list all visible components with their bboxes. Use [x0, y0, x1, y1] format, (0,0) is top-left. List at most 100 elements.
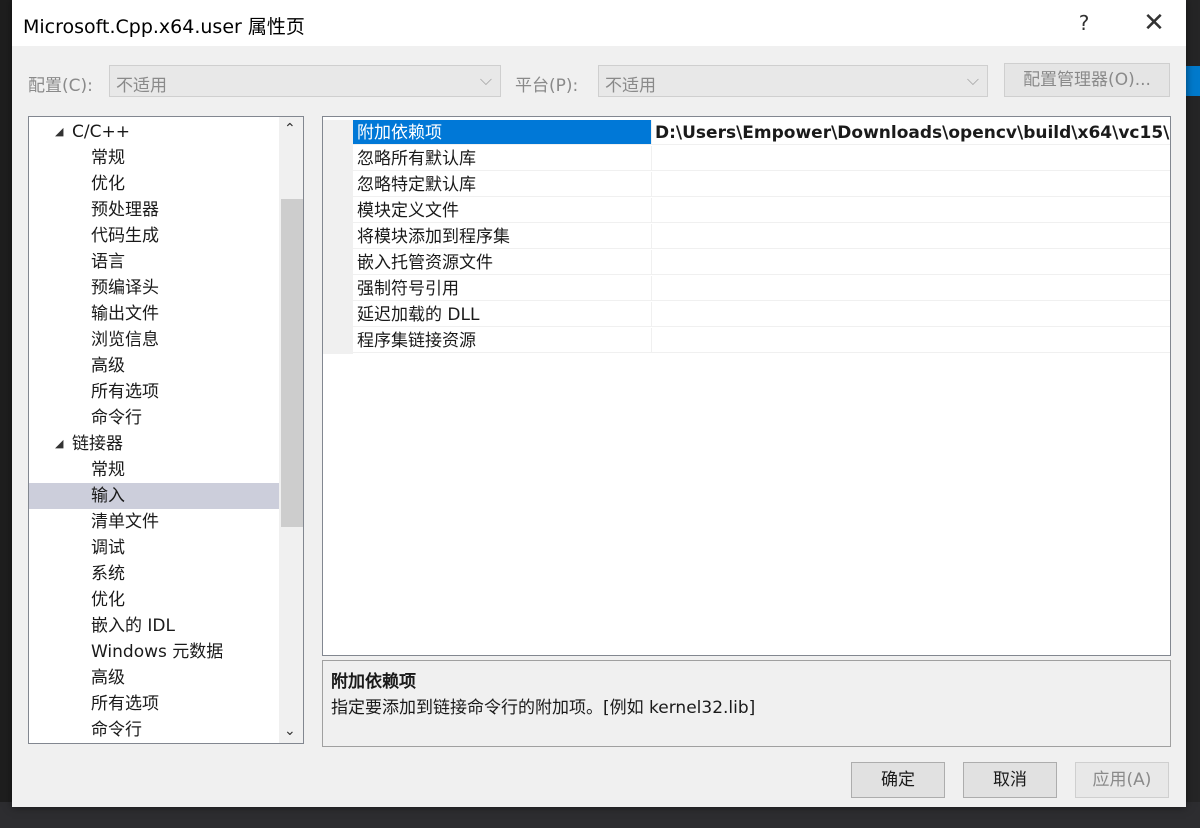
- tree-item[interactable]: ◢ 链接器: [29, 431, 279, 457]
- property-row[interactable]: 延迟加载的 DLL: [323, 302, 1170, 328]
- tree-item[interactable]: 所有选项: [29, 379, 279, 405]
- tree-item-label: 浏览信息: [91, 330, 159, 350]
- expand-triangle-icon[interactable]: ◢: [55, 431, 63, 457]
- tree-item-label: 命令行: [91, 720, 142, 740]
- property-name[interactable]: 模块定义文件: [353, 198, 651, 223]
- ide-accent-strip: [1186, 66, 1200, 96]
- tree-item-label: 常规: [91, 148, 125, 168]
- property-name[interactable]: 嵌入托管资源文件: [353, 250, 651, 275]
- row-gutter: [323, 250, 353, 276]
- tree-item[interactable]: 代码生成: [29, 223, 279, 249]
- tree-item[interactable]: 系统: [29, 561, 279, 587]
- tree-item-label: C/C++: [72, 122, 130, 142]
- tree-item[interactable]: 语言: [29, 249, 279, 275]
- tree-item[interactable]: 命令行: [29, 717, 279, 743]
- row-gutter: [323, 302, 353, 328]
- tree-item[interactable]: 常规: [29, 145, 279, 171]
- property-value[interactable]: [651, 146, 1170, 171]
- description-title: 附加依赖项: [331, 672, 416, 692]
- tree-item-label: 输出文件: [91, 304, 159, 324]
- tree-item[interactable]: ◢ C/C++: [29, 119, 279, 145]
- tree-item-label: 预编译头: [91, 278, 159, 298]
- tree-item[interactable]: 预处理器: [29, 197, 279, 223]
- tree-item[interactable]: 所有选项: [29, 691, 279, 717]
- tree-item[interactable]: 常规: [29, 457, 279, 483]
- tree-item-label: 高级: [91, 356, 125, 376]
- property-row[interactable]: 强制符号引用: [323, 276, 1170, 302]
- property-row[interactable]: 忽略所有默认库: [323, 146, 1170, 172]
- scroll-up-icon[interactable]: ⌃: [284, 121, 296, 137]
- expand-triangle-icon[interactable]: ◢: [55, 119, 63, 145]
- tree-item-label: Windows 元数据: [91, 642, 224, 662]
- property-row[interactable]: 将模块添加到程序集: [323, 224, 1170, 250]
- platform-combo[interactable]: 不适用 ⌵: [598, 65, 988, 97]
- tree-item[interactable]: 优化: [29, 171, 279, 197]
- tree-item[interactable]: 命令行: [29, 405, 279, 431]
- row-gutter: [323, 172, 353, 198]
- configuration-combo[interactable]: 不适用 ⌵: [109, 65, 501, 97]
- property-value[interactable]: [651, 276, 1170, 301]
- property-name[interactable]: 将模块添加到程序集: [353, 224, 651, 249]
- tree-item[interactable]: 输入: [29, 483, 279, 509]
- tree-item[interactable]: 调试: [29, 535, 279, 561]
- property-name[interactable]: 忽略特定默认库: [353, 172, 651, 197]
- tree-item-label: 常规: [91, 460, 125, 480]
- property-value[interactable]: [651, 302, 1170, 327]
- tree-item[interactable]: Windows 元数据: [29, 639, 279, 665]
- property-value[interactable]: [651, 328, 1170, 353]
- tree-item[interactable]: 浏览信息: [29, 327, 279, 353]
- platform-value: 不适用: [605, 76, 656, 96]
- tree-item-label: 所有选项: [91, 694, 159, 714]
- configuration-value: 不适用: [116, 76, 167, 96]
- platform-label: 平台(P):: [515, 76, 579, 96]
- ok-button[interactable]: 确定: [851, 762, 945, 798]
- dialog-title: Microsoft.Cpp.x64.user 属性页: [23, 16, 305, 38]
- property-value[interactable]: [651, 198, 1170, 223]
- row-gutter: [323, 224, 353, 250]
- row-gutter: [323, 328, 353, 354]
- property-row[interactable]: 程序集链接资源: [323, 328, 1170, 354]
- property-name[interactable]: 延迟加载的 DLL: [353, 302, 651, 327]
- tree-item-label: 链接器: [72, 434, 123, 454]
- property-row[interactable]: 附加依赖项 D:\Users\Empower\Downloads\opencv\b…: [323, 120, 1170, 146]
- tree-item[interactable]: 高级: [29, 665, 279, 691]
- property-value[interactable]: [651, 250, 1170, 275]
- tree-item-label: 代码生成: [91, 226, 159, 246]
- tree-item-label: 所有选项: [91, 382, 159, 402]
- property-name[interactable]: 强制符号引用: [353, 276, 651, 301]
- scroll-thumb[interactable]: [281, 199, 303, 527]
- tree-item-label: 输入: [91, 486, 125, 506]
- property-row[interactable]: 模块定义文件: [323, 198, 1170, 224]
- property-name[interactable]: 程序集链接资源: [353, 328, 651, 353]
- tree-scrollbar[interactable]: ⌃ ⌄: [279, 117, 303, 743]
- row-gutter: [323, 198, 353, 224]
- property-value[interactable]: [651, 172, 1170, 197]
- description-text: 指定要添加到链接命令行的附加项。[例如 kernel32.lib]: [331, 698, 756, 718]
- scroll-down-icon[interactable]: ⌄: [284, 723, 296, 739]
- tree-item-label: 清单文件: [91, 512, 159, 532]
- property-name[interactable]: 忽略所有默认库: [353, 146, 651, 171]
- property-row[interactable]: 嵌入托管资源文件: [323, 250, 1170, 276]
- tree-item[interactable]: 高级: [29, 353, 279, 379]
- close-button[interactable]: ✕: [1132, 8, 1176, 38]
- property-value[interactable]: D:\Users\Empower\Downloads\opencv\build\…: [651, 120, 1170, 145]
- tree-item[interactable]: 优化: [29, 587, 279, 613]
- help-button[interactable]: ?: [1062, 8, 1106, 38]
- tree-item-label: 优化: [91, 174, 125, 194]
- tree-item[interactable]: 嵌入的 IDL: [29, 613, 279, 639]
- configuration-manager-button[interactable]: 配置管理器(O)...: [1004, 63, 1170, 97]
- apply-button[interactable]: 应用(A): [1075, 762, 1169, 798]
- chevron-down-icon: ⌵: [479, 70, 492, 89]
- row-gutter: [323, 146, 353, 172]
- ide-background-left: [0, 0, 12, 828]
- tree-item[interactable]: 输出文件: [29, 301, 279, 327]
- tree-item[interactable]: 预编译头: [29, 275, 279, 301]
- tree-item-label: 优化: [91, 590, 125, 610]
- property-value[interactable]: [651, 224, 1170, 249]
- title-bar: Microsoft.Cpp.x64.user 属性页 ? ✕: [12, 0, 1186, 46]
- tree-item[interactable]: 清单文件: [29, 509, 279, 535]
- cancel-button[interactable]: 取消: [963, 762, 1057, 798]
- property-name[interactable]: 附加依赖项: [353, 120, 651, 145]
- property-row[interactable]: 忽略特定默认库: [323, 172, 1170, 198]
- property-tree[interactable]: ◢ C/C++ 常规 优化 预处理器 代码生成 语言 预编译头 输出文件 浏览信息 高级 所有选项 命令…: [28, 116, 304, 744]
